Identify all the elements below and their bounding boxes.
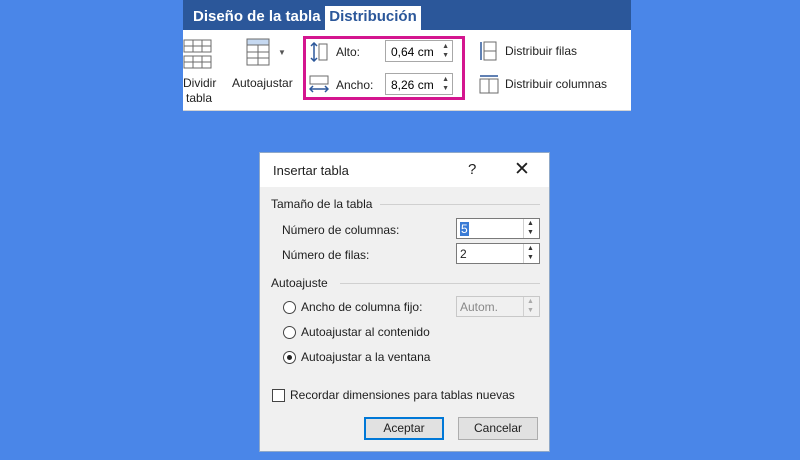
help-icon[interactable]: ?: [468, 161, 476, 178]
columns-label: Número de columnas:: [282, 223, 400, 237]
highlight-frame: [303, 36, 465, 100]
fixed-width-value: Autom.: [460, 300, 499, 314]
columns-spinner[interactable]: ▲ ▼: [523, 219, 539, 238]
rows-label: Número de filas:: [282, 248, 370, 262]
columns-spinbox[interactable]: 5 ▲ ▼: [456, 218, 540, 239]
distribute-columns-icon: [479, 75, 499, 94]
autofit-group-label: Autoajuste: [271, 276, 328, 290]
remember-dimensions-checkbox[interactable]: [272, 389, 285, 402]
autofit-content-label[interactable]: Autoajustar al contenido: [301, 325, 430, 339]
rows-spinner[interactable]: ▲ ▼: [523, 244, 539, 263]
autofit-window-label[interactable]: Autoajustar a la ventana: [301, 350, 430, 364]
close-icon[interactable]: ✕: [514, 158, 530, 181]
split-table-label-1: Dividir: [183, 76, 217, 90]
autofit-table-icon: [246, 38, 270, 66]
columns-value: 5: [460, 222, 469, 236]
insert-table-dialog: Insertar tabla ? ✕ Tamaño de la tabla Nú…: [259, 152, 550, 452]
autofit-content-radio[interactable]: [283, 326, 296, 339]
tab-table-design[interactable]: Diseño de la tabla: [193, 6, 321, 30]
spin-up-icon: ▲: [527, 298, 534, 305]
remember-dimensions-label[interactable]: Recordar dimensiones para tablas nuevas: [290, 388, 515, 402]
divider: [380, 204, 540, 205]
fixed-width-radio[interactable]: [283, 301, 296, 314]
rows-value: 2: [460, 247, 467, 261]
spin-down-icon: ▼: [527, 307, 534, 314]
cancel-button[interactable]: Cancelar: [458, 417, 538, 440]
dialog-titlebar: Insertar tabla ? ✕: [260, 153, 549, 187]
ribbon: Diseño de la tabla Distribución Dividir …: [183, 0, 631, 111]
ribbon-tabbar: Diseño de la tabla Distribución: [183, 0, 631, 30]
distribute-rows-icon: [480, 41, 497, 61]
divider: [340, 283, 540, 284]
spin-up-icon[interactable]: ▲: [527, 220, 534, 227]
fixed-width-spinner: ▲ ▼: [523, 297, 539, 316]
split-table-icon: [183, 39, 212, 69]
ribbon-body: Dividir tabla ▼ Autoajustar Alto: 0,64 c…: [183, 30, 631, 111]
ok-button[interactable]: Aceptar: [364, 417, 444, 440]
split-table-label-2: tabla: [186, 91, 213, 105]
fixed-width-spinbox: Autom. ▲ ▼: [456, 296, 540, 317]
spin-down-icon[interactable]: ▼: [527, 229, 534, 236]
autofit-label: Autoajustar: [232, 76, 293, 90]
dialog-title: Insertar tabla: [273, 163, 349, 178]
distribute-rows-label: Distribuir filas: [505, 44, 578, 58]
chevron-down-icon: ▼: [278, 48, 286, 57]
rows-spinbox[interactable]: 2 ▲ ▼: [456, 243, 540, 264]
autofit-window-radio[interactable]: [283, 351, 296, 364]
table-size-group-label: Tamaño de la tabla: [271, 197, 373, 211]
spin-down-icon[interactable]: ▼: [527, 254, 534, 261]
fixed-width-label[interactable]: Ancho de columna fijo:: [301, 300, 422, 314]
distribute-columns-label: Distribuir columnas: [505, 77, 608, 91]
tab-layout[interactable]: Distribución: [325, 6, 421, 30]
spin-up-icon[interactable]: ▲: [527, 245, 534, 252]
